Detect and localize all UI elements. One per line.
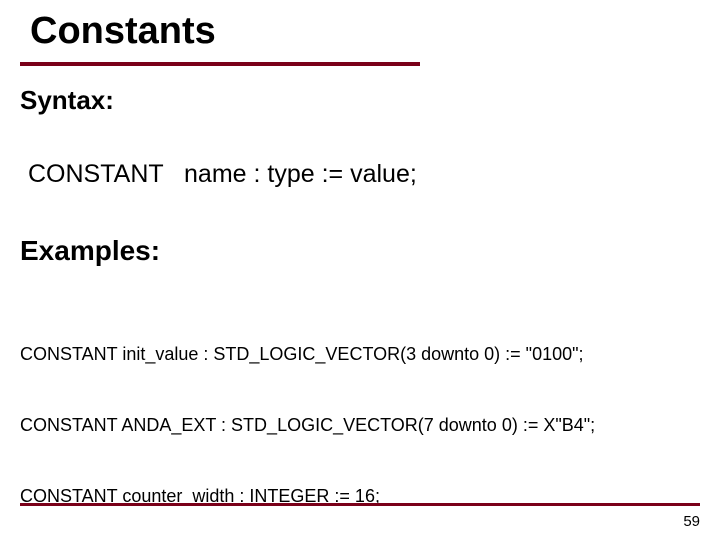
examples-heading: Examples: xyxy=(20,235,160,267)
syntax-heading: Syntax: xyxy=(20,85,114,116)
title-underline xyxy=(20,62,420,66)
example-line: CONSTANT init_value : STD_LOGIC_VECTOR(3… xyxy=(20,343,595,367)
slide-title: Constants xyxy=(30,10,216,53)
example-line: CONSTANT ANDA_EXT : STD_LOGIC_VECTOR(7 d… xyxy=(20,414,595,438)
bottom-underline xyxy=(20,503,700,506)
syntax-definition: CONSTANT name : type := value; xyxy=(28,160,417,189)
slide: Constants Syntax: CONSTANT name : type :… xyxy=(0,0,720,540)
page-number: 59 xyxy=(683,513,700,530)
